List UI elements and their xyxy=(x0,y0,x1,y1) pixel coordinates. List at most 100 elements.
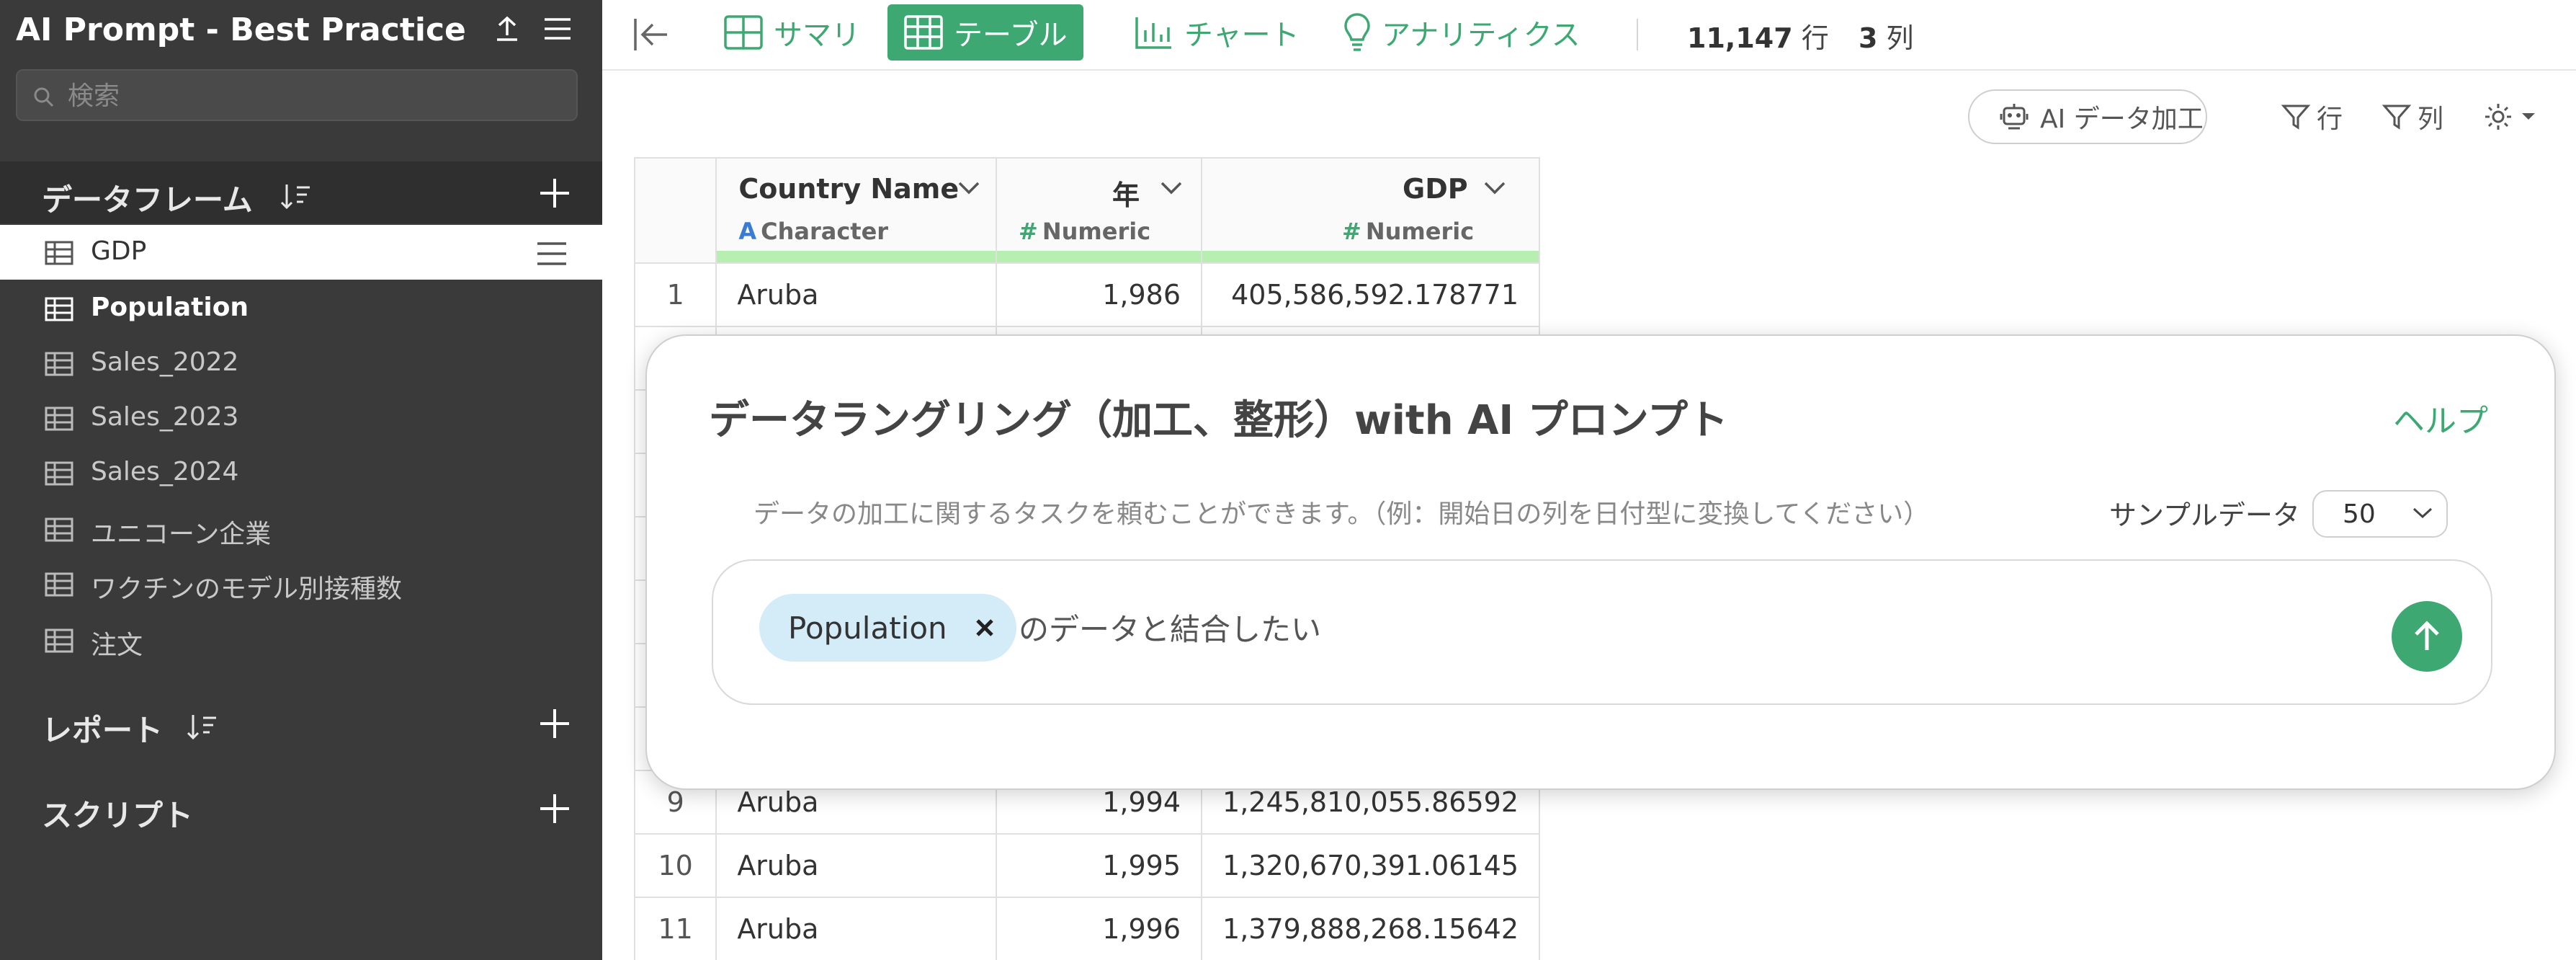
tab-summary[interactable]: サマリ xyxy=(707,4,876,61)
table-icon xyxy=(45,517,73,542)
sidebar-header: AI Prompt - Best Practice xyxy=(0,0,602,62)
dataframe-item-gdp[interactable]: GDP xyxy=(0,225,602,280)
cell-year[interactable]: 1,996 xyxy=(996,897,1203,960)
column-quality-bar xyxy=(997,251,1202,262)
sample-size-value: 50 xyxy=(2343,499,2376,529)
row-number: 11 xyxy=(634,897,717,960)
prompt-text[interactable]: のデータと結合したい xyxy=(1019,605,1321,649)
row-number: 10 xyxy=(634,833,717,898)
gear-icon xyxy=(2485,104,2511,130)
sample-data-label: サンプルデータ xyxy=(2109,499,2300,531)
dialog-description: データの加工に関するタスクを頼むことができます。（例：開始日の列を日付型に変換し… xyxy=(753,499,1930,529)
project-title: AI Prompt - Best Practice xyxy=(16,12,466,48)
column-name: Country Name xyxy=(738,173,960,205)
table-row: 11 Aruba 1,996 1,379,888,268.15642 xyxy=(634,897,1540,960)
dialog-title: データラングリング（加工、整形）with AI プロンプト xyxy=(709,397,1729,444)
scripts-section-title: スクリプト xyxy=(42,798,194,833)
sort-icon[interactable] xyxy=(279,182,311,210)
arrow-up-icon xyxy=(2415,621,2439,650)
dataframe-label: Sales_2023 xyxy=(91,402,239,432)
column-header-gdp[interactable]: GDP # Numeric xyxy=(1201,157,1540,264)
column-quality-bar xyxy=(717,251,996,262)
cell-country[interactable]: Aruba xyxy=(715,897,998,960)
tab-chart[interactable]: チャート xyxy=(1118,4,1315,61)
dataframes-section-header: データフレーム xyxy=(0,161,602,223)
row-count: 11,147 行 xyxy=(1687,22,1829,54)
dataframe-label: Sales_2022 xyxy=(91,347,239,377)
table-icon xyxy=(45,628,73,653)
dataframe-label: GDP xyxy=(91,236,147,266)
reports-section-header: レポート xyxy=(0,692,602,754)
cell-gdp[interactable]: 405,586,592.178771 xyxy=(1201,262,1540,327)
tab-label: サマリ xyxy=(774,19,860,52)
summary-icon xyxy=(724,15,763,50)
dataframe-item-population[interactable]: Population xyxy=(0,281,602,336)
close-icon[interactable] xyxy=(972,615,998,641)
cell-country[interactable]: Aruba xyxy=(715,262,998,327)
sort-icon[interactable] xyxy=(186,712,218,741)
cell-year[interactable]: 1,995 xyxy=(996,833,1203,898)
table-icon xyxy=(45,572,73,597)
add-dataframe-icon[interactable] xyxy=(536,174,573,212)
column-type: A Character xyxy=(738,218,889,245)
sample-size-select[interactable]: 50 xyxy=(2312,490,2448,538)
menu-icon[interactable] xyxy=(542,13,573,45)
add-script-icon[interactable] xyxy=(536,790,573,827)
table-header-row: Country Name A Character 年 # Numeric GDP #… xyxy=(634,157,1540,264)
dataframe-item-orders[interactable]: 注文 xyxy=(0,613,602,667)
dataframe-label: 注文 xyxy=(91,631,143,660)
reports-section-title: レポート xyxy=(42,713,164,748)
filter-icon xyxy=(2281,105,2311,130)
search-box[interactable] xyxy=(16,69,578,121)
search-input[interactable] xyxy=(66,71,566,121)
item-menu-icon[interactable] xyxy=(536,241,568,267)
collapse-sidebar-icon[interactable] xyxy=(631,16,671,53)
ai-prompt-dialog: データラングリング（加工、整形）with AI プロンプト ヘルプ データの加工… xyxy=(645,334,2556,790)
send-button[interactable] xyxy=(2392,601,2462,672)
dataframe-item-sales-2023[interactable]: Sales_2023 xyxy=(0,391,602,445)
table-icon xyxy=(45,297,73,321)
chevron-down-icon xyxy=(2522,113,2535,120)
dataframe-label: ワクチンのモデル別接種数 xyxy=(91,574,403,604)
dataframe-label: Population xyxy=(91,293,249,322)
chevron-down-icon[interactable] xyxy=(957,180,980,196)
column-header-country-name[interactable]: Country Name A Character xyxy=(715,157,998,264)
dataframe-item-sales-2024[interactable]: Sales_2024 xyxy=(0,445,602,500)
row-number: 1 xyxy=(634,262,717,327)
tab-analytics[interactable]: アナリティクス xyxy=(1327,4,1596,61)
dataframe-item-vaccine[interactable]: ワクチンのモデル別接種数 xyxy=(0,556,602,611)
cell-gdp[interactable]: 1,320,670,391.06145 xyxy=(1201,833,1540,898)
cell-year[interactable]: 1,986 xyxy=(996,262,1203,327)
dataframe-label: Sales_2024 xyxy=(91,457,239,486)
cell-gdp[interactable]: 1,379,888,268.15642 xyxy=(1201,897,1540,960)
table-icon xyxy=(904,15,943,50)
tab-table[interactable]: テーブル xyxy=(887,4,1083,61)
upload-icon[interactable] xyxy=(491,13,523,45)
search-icon xyxy=(34,87,54,107)
dataframes-section-title: データフレーム xyxy=(42,182,253,218)
column-type: # Numeric xyxy=(1342,218,1475,245)
help-link[interactable]: ヘルプ xyxy=(2393,395,2488,441)
table-icon xyxy=(45,406,73,431)
settings-button[interactable] xyxy=(2482,95,2537,138)
column-type: # Numeric xyxy=(1019,218,1151,245)
dataframe-item-sales-2022[interactable]: Sales_2022 xyxy=(0,336,602,391)
table-icon xyxy=(45,461,73,486)
column-header-year[interactable]: 年 # Numeric xyxy=(996,157,1203,264)
column-count: 3 列 xyxy=(1859,22,1914,54)
chevron-down-icon[interactable] xyxy=(1483,180,1506,196)
ai-data-wrangling-button[interactable]: AI データ加工 xyxy=(1968,89,2207,144)
tab-label: テーブル xyxy=(954,19,1068,52)
dataframe-label: ユニコーン企業 xyxy=(91,520,272,549)
chip-label: Population xyxy=(788,610,947,646)
add-report-icon[interactable] xyxy=(536,705,573,742)
cell-country[interactable]: Aruba xyxy=(715,833,998,898)
prompt-input-box[interactable]: Population のデータと結合したい xyxy=(712,559,2492,705)
row-filter-button[interactable]: 行 xyxy=(2281,95,2343,138)
table-row: 1 Aruba 1,986 405,586,592.178771 xyxy=(634,262,1540,327)
chevron-down-icon[interactable] xyxy=(1160,180,1183,196)
column-filter-button[interactable]: 列 xyxy=(2382,95,2443,138)
tab-label: アナリティクス xyxy=(1382,19,1580,52)
column-quality-bar xyxy=(1202,251,1539,262)
dataframe-item-unicorn[interactable]: ユニコーン企業 xyxy=(0,502,602,556)
